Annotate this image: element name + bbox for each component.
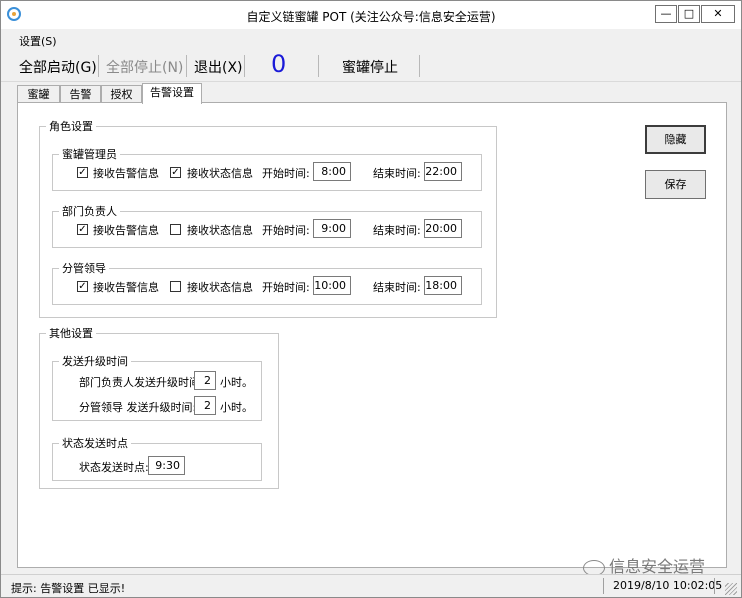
minimize-button[interactable]: — [655,5,677,23]
end-time-label: 结束时间: [373,281,421,294]
recv-status-label: 接收状态信息 [187,224,253,237]
save-button[interactable]: 保存 [645,170,706,199]
start-time-input[interactable]: 8:00 [313,162,351,181]
dept-escalation-input[interactable]: 2 [194,371,216,390]
end-time-input[interactable]: 22:00 [424,162,462,181]
leader-escalation-label: 分管领导 发送升级时间: [79,401,197,414]
recv-alarm-checkbox[interactable]: ✓ [77,167,88,178]
tab-alarm[interactable]: 告警 [60,85,101,102]
toolbar-divider [186,55,187,77]
exit-button[interactable]: 退出(X) [194,57,243,77]
role-settings-legend: 角色设置 [49,120,93,133]
status-time-input[interactable]: 9:30 [148,456,185,475]
start-time-label: 开始时间: [262,224,310,237]
toolbar-divider [318,55,319,77]
close-button[interactable]: ✕ [701,5,735,23]
start-all-button[interactable]: 全部启动(G) [19,57,97,77]
start-time-label: 开始时间: [262,167,310,180]
recv-alarm-label: 接收告警信息 [93,281,159,294]
status-datetime: 2019/8/10 10:02:05 [613,579,723,592]
check-mark-icon: ✓ [78,224,87,235]
end-time-label: 结束时间: [373,224,421,237]
other-settings-group: 其他设置 发送升级时间 部门负责人发送升级时间: 2 小时。 分管领导 发送升级… [39,325,279,489]
role-group-dept-head: 部门负责人 ✓ 接收告警信息 接收状态信息 开始时间: 9:00 结束时间: 2… [52,203,482,248]
menu-settings[interactable]: 设置(S) [19,33,57,49]
escalation-legend: 发送升级时间 [62,355,128,368]
dept-escalation-unit: 小时。 [220,376,253,389]
resize-grip-icon[interactable] [725,583,737,595]
check-mark-icon: ✓ [78,281,87,292]
check-mark-icon: ✓ [171,167,180,178]
end-time-input[interactable]: 20:00 [424,219,462,238]
dept-escalation-label: 部门负责人发送升级时间: [79,376,204,389]
maximize-button[interactable]: □ [678,5,700,23]
toolbar-divider [244,55,245,77]
alarm-settings-panel: 角色设置 蜜罐管理员 ✓ 接收告警信息 ✓ 接收状态信息 开始时间: 8:00 … [17,102,727,568]
toolbar-divider [419,55,420,77]
recv-status-label: 接收状态信息 [187,167,253,180]
status-time-legend: 状态发送时点 [62,437,128,450]
role-name: 部门负责人 [62,205,117,218]
recv-alarm-checkbox[interactable]: ✓ [77,281,88,292]
end-time-label: 结束时间: [373,167,421,180]
role-group-leader: 分管领导 ✓ 接收告警信息 接收状态信息 开始时间: 10:00 结束时间: 1… [52,260,482,305]
recv-status-checkbox[interactable] [170,281,181,292]
tab-authorization[interactable]: 授权 [101,85,142,102]
counter-value: 0 [271,50,287,78]
recv-status-label: 接收状态信息 [187,281,253,294]
role-name: 分管领导 [62,262,106,275]
toolbar-divider [98,55,99,77]
start-time-input[interactable]: 9:00 [313,219,351,238]
hide-button[interactable]: 隐藏 [645,125,706,154]
title-bar: 自定义链蜜罐 POT (关注公众号:信息安全运营) — □ ✕ [1,1,741,29]
honeypot-status-label: 蜜罐停止 [342,60,398,76]
escalation-group: 发送升级时间 部门负责人发送升级时间: 2 小时。 分管领导 发送升级时间: 2… [52,353,262,421]
tab-honeypot[interactable]: 蜜罐 [17,85,60,102]
window-title: 自定义链蜜罐 POT (关注公众号:信息安全运营) [246,10,496,24]
status-message: 提示: 告警设置 已显示! [11,582,126,595]
recv-status-checkbox[interactable] [170,224,181,235]
check-mark-icon: ✓ [78,167,87,178]
toolbar: 全部启动(G) 全部停止(N) 退出(X) 0 蜜罐停止 [1,49,741,82]
tab-alarm-settings[interactable]: 告警设置 [142,83,202,104]
recv-alarm-label: 接收告警信息 [93,224,159,237]
stop-all-button[interactable]: 全部停止(N) [106,57,183,77]
leader-escalation-unit: 小时。 [220,401,253,414]
role-group-admin: 蜜罐管理员 ✓ 接收告警信息 ✓ 接收状态信息 开始时间: 8:00 结束时间:… [52,146,482,191]
recv-alarm-label: 接收告警信息 [93,167,159,180]
recv-status-checkbox[interactable]: ✓ [170,167,181,178]
status-time-group: 状态发送时点 状态发送时点: 9:30 [52,435,262,481]
other-settings-legend: 其他设置 [49,327,93,340]
menu-bar: 设置(S) [1,30,741,48]
status-divider [714,578,715,594]
start-time-input[interactable]: 10:00 [313,276,351,295]
start-time-label: 开始时间: [262,281,310,294]
status-divider [603,578,604,594]
app-window: 自定义链蜜罐 POT (关注公众号:信息安全运营) — □ ✕ 设置(S) 全部… [0,0,742,598]
role-settings-group: 角色设置 蜜罐管理员 ✓ 接收告警信息 ✓ 接收状态信息 开始时间: 8:00 … [39,118,497,318]
recv-alarm-checkbox[interactable]: ✓ [77,224,88,235]
leader-escalation-input[interactable]: 2 [194,396,216,415]
role-name: 蜜罐管理员 [62,148,117,161]
end-time-input[interactable]: 18:00 [424,276,462,295]
status-bar: 提示: 告警设置 已显示! 2019/8/10 10:02:05 [1,574,741,597]
status-time-label: 状态发送时点: [79,461,149,474]
